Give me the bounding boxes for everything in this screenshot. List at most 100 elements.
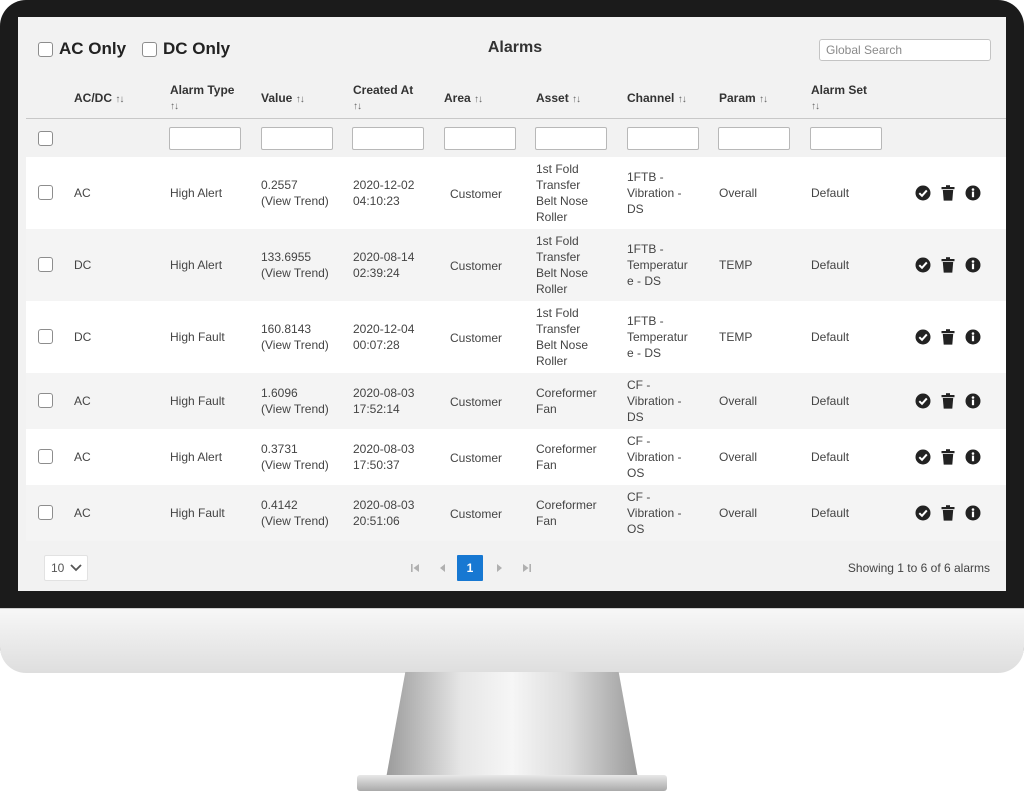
dc-only-checkbox[interactable]: [142, 41, 157, 57]
trash-icon[interactable]: [939, 184, 956, 201]
column-header-alarm-set[interactable]: Alarm Set ↑↓: [811, 83, 867, 114]
info-circle-icon[interactable]: [964, 184, 981, 201]
alarm-set-cell: Default: [811, 450, 850, 464]
column-header-asset[interactable]: Asset ↑↓: [536, 91, 581, 107]
sort-icon[interactable]: ↑↓: [811, 101, 820, 112]
asset-line: Roller: [536, 282, 568, 296]
view-trend-link[interactable]: (View Trend): [261, 193, 329, 209]
param-filter-input[interactable]: [718, 127, 790, 150]
row-checkbox[interactable]: [38, 329, 53, 344]
sort-icon[interactable]: ↑↓: [759, 94, 768, 105]
area-cell: Customer: [450, 451, 503, 465]
alarm-set-filter-input[interactable]: [810, 127, 882, 150]
asset-cell: Coreformer Fan: [536, 497, 597, 529]
row-actions: [914, 184, 981, 201]
check-circle-icon[interactable]: [914, 184, 931, 201]
value-text: 0.3731: [261, 442, 298, 456]
row-checkbox[interactable]: [38, 505, 53, 520]
global-search-input[interactable]: [819, 39, 991, 61]
trash-icon[interactable]: [939, 328, 956, 345]
column-header-alarm-type[interactable]: Alarm Type ↑↓: [170, 83, 234, 114]
acdc-cell: AC: [74, 506, 91, 520]
column-header-param[interactable]: Param ↑↓: [719, 91, 768, 107]
view-trend-link[interactable]: (View Trend): [261, 401, 329, 417]
table-row[interactable]: AC High Fault 1.6096 (View Trend) 2020-08-03…: [26, 373, 1006, 429]
sort-icon[interactable]: ↑↓: [170, 101, 179, 112]
channel-line: 1FTB -: [627, 314, 664, 328]
channel-line: CF -: [627, 378, 651, 392]
channel-cell: 1FTB - Vibration - DS: [627, 169, 681, 217]
prev-page-icon[interactable]: [430, 555, 456, 581]
view-trend-link[interactable]: (View Trend): [261, 457, 329, 473]
table-row[interactable]: AC High Alert 0.3731 (View Trend) 2020-08-03…: [26, 429, 1006, 485]
ac-only-checkbox[interactable]: [38, 41, 53, 57]
ac-only-filter[interactable]: AC Only: [38, 39, 126, 59]
check-circle-icon[interactable]: [914, 256, 931, 273]
row-checkbox[interactable]: [38, 393, 53, 408]
trash-icon[interactable]: [939, 392, 956, 409]
info-circle-icon[interactable]: [964, 256, 981, 273]
table-row[interactable]: AC High Alert 0.2557 (View Trend) 2020-12-02…: [26, 157, 1006, 229]
created-at-filter-input[interactable]: [352, 127, 424, 150]
page-button-current[interactable]: 1: [457, 555, 483, 581]
sort-icon[interactable]: ↑↓: [296, 94, 305, 105]
table-row[interactable]: DC High Alert 133.6955 (View Trend) 2020-08-…: [26, 229, 1006, 301]
acdc-cell: AC: [74, 186, 91, 200]
value-text: 160.8143: [261, 322, 312, 336]
area-filter-input[interactable]: [444, 127, 516, 150]
channel-filter-input[interactable]: [627, 127, 699, 150]
asset-line: Roller: [536, 354, 568, 368]
created-time: 02:39:24: [353, 266, 400, 280]
table-row[interactable]: DC High Fault 160.8143 (View Trend) 2020-12-…: [26, 301, 1006, 373]
page-size-select[interactable]: 10: [44, 555, 88, 581]
view-trend-link[interactable]: (View Trend): [261, 265, 329, 281]
sort-icon[interactable]: ↑↓: [353, 101, 362, 112]
created-at-cell: 2020-08-03 17:52:14: [353, 385, 414, 417]
sort-icon[interactable]: ↑↓: [678, 94, 687, 105]
dc-only-filter[interactable]: DC Only: [142, 39, 230, 59]
value-filter-input[interactable]: [261, 127, 333, 150]
info-circle-icon[interactable]: [964, 328, 981, 345]
check-circle-icon[interactable]: [914, 328, 931, 345]
view-trend-link[interactable]: (View Trend): [261, 513, 329, 529]
asset-line: Transfer: [536, 178, 581, 192]
info-circle-icon[interactable]: [964, 392, 981, 409]
select-all-checkbox[interactable]: [38, 131, 53, 146]
check-circle-icon[interactable]: [914, 504, 931, 521]
sort-icon[interactable]: ↑↓: [115, 94, 124, 105]
first-page-icon[interactable]: [402, 555, 428, 581]
row-checkbox[interactable]: [38, 449, 53, 464]
created-date: 2020-08-03: [353, 498, 415, 512]
row-checkbox[interactable]: [38, 185, 53, 200]
channel-line: Vibration -: [627, 186, 682, 200]
column-header-area[interactable]: Area ↑↓: [444, 91, 483, 107]
info-circle-icon[interactable]: [964, 448, 981, 465]
column-header-value[interactable]: Value ↑↓: [261, 91, 305, 107]
trash-icon[interactable]: [939, 448, 956, 465]
created-at-cell: 2020-12-04 00:07:28: [353, 321, 414, 353]
view-trend-link[interactable]: (View Trend): [261, 337, 329, 353]
row-checkbox[interactable]: [38, 257, 53, 272]
trash-icon[interactable]: [939, 256, 956, 273]
alarm-type-filter-input[interactable]: [169, 127, 241, 150]
table-row[interactable]: AC High Fault 0.4142 (View Trend) 2020-08-03…: [26, 485, 1006, 541]
check-circle-icon[interactable]: [914, 448, 931, 465]
info-circle-icon[interactable]: [964, 504, 981, 521]
sort-icon[interactable]: ↑↓: [572, 94, 581, 105]
trash-icon[interactable]: [939, 504, 956, 521]
column-header-created-at[interactable]: Created At ↑↓: [353, 83, 413, 114]
sort-icon[interactable]: ↑↓: [474, 94, 483, 105]
asset-filter-input[interactable]: [535, 127, 607, 150]
column-header-acdc[interactable]: AC/DC ↑↓: [74, 91, 124, 107]
check-circle-icon[interactable]: [914, 392, 931, 409]
last-page-icon[interactable]: [514, 555, 540, 581]
next-page-icon[interactable]: [486, 555, 512, 581]
channel-cell: 1FTB - Temperatur e - DS: [627, 241, 688, 289]
alarm-table-body: AC High Alert 0.2557 (View Trend) 2020-12-02…: [26, 157, 1006, 541]
row-actions: [914, 448, 981, 465]
area-cell: Customer: [450, 331, 503, 345]
asset-cell: 1st Fold Transfer Belt Nose Roller: [536, 305, 588, 369]
channel-line: e - DS: [627, 274, 662, 288]
asset-line: 1st Fold: [536, 162, 579, 176]
column-header-channel[interactable]: Channel ↑↓: [627, 91, 687, 107]
